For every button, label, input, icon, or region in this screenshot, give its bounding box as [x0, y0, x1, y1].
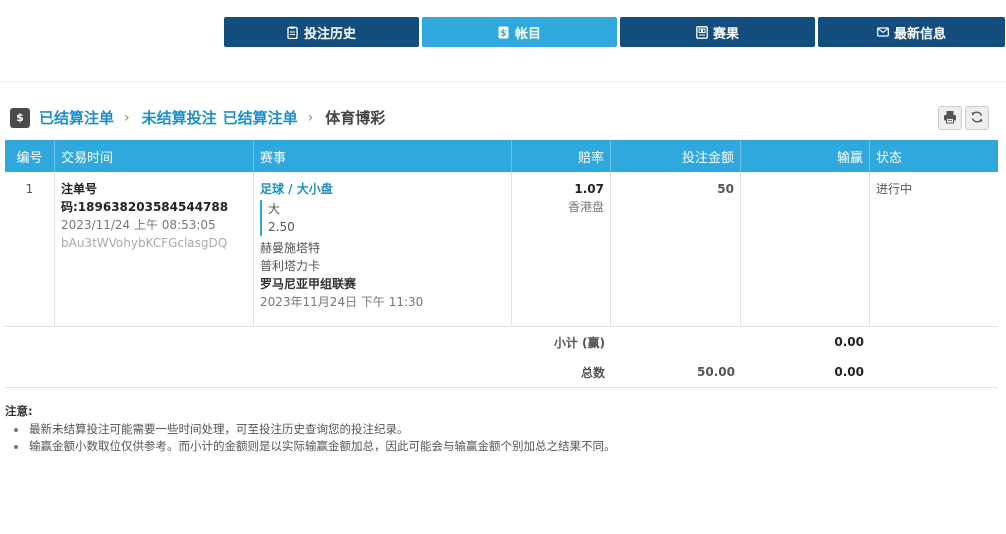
svg-text:$: $ [501, 29, 507, 39]
odds-cell: 1.07 香港盘 [512, 172, 611, 326]
tab-results[interactable]: 赛果 [620, 17, 815, 47]
breadcrumb-settled[interactable]: 已结算注单 [39, 107, 114, 128]
total-label: 总数 [580, 365, 605, 380]
toolbar [938, 106, 989, 130]
tab-news[interactable]: 最新信息 [818, 17, 1005, 47]
breadcrumb-unsettled[interactable]: 未结算投注 [142, 107, 217, 128]
event-cell: 足球 / 大小盘 大 2.50 赫曼施塔特 普利塔力卡 罗马尼亚甲组联赛 202… [254, 172, 512, 326]
total-row: 总数 50.00 0.00 [5, 357, 998, 387]
stake-cell: 50 [611, 172, 741, 326]
tab-label: 赛果 [712, 26, 739, 42]
reference-code: bAu3tWVohybKCFGclasgDQ [61, 236, 228, 250]
selection-pick: 大 [268, 202, 281, 216]
dollar-statement-icon: $ [10, 107, 30, 128]
chevron-right-icon: › [124, 109, 130, 126]
col-header-odds: 赔率 [512, 140, 611, 172]
col-header-no: 编号 [5, 140, 55, 172]
bet-table: 编号 交易时间 赛事 赔率 投注金额 输赢 状态 1 注单号码:18963820… [5, 140, 998, 388]
main-tabs: 投注历史 $ 帐目 赛果 最新信息 [224, 17, 1005, 47]
col-header-stake: 投注金额 [611, 140, 741, 172]
notes: 注意: 最新未结算投注可能需要一些时间处理，可至投注历史查询您的投注纪录。 输赢… [5, 403, 616, 455]
scoreboard-icon [696, 25, 708, 39]
league-name: 罗马尼亚甲组联赛 [260, 277, 357, 291]
tab-label: 最新信息 [893, 26, 946, 42]
note-item: 最新未结算投注可能需要一些时间处理，可至投注历史查询您的投注纪录。 [5, 421, 616, 438]
winloss-cell [741, 172, 870, 326]
envelope-icon [877, 26, 889, 39]
selection: 大 2.50 [260, 200, 505, 236]
selection-line: 2.50 [268, 220, 295, 234]
away-team: 普利塔力卡 [260, 259, 321, 273]
note-item: 输赢金额小数取位仅供参考。而小计的金额则是以实际输赢金额加总，因此可能会与输赢金… [5, 438, 616, 455]
odds-type: 香港盘 [567, 200, 604, 214]
odds-value: 1.07 [574, 182, 604, 196]
col-header-status: 状态 [876, 150, 903, 166]
subtotal-row: 小计 (赢) 0.00 [5, 327, 998, 357]
bet-id: 注单号码:189638203584544788 [61, 182, 229, 214]
col-header-winloss: 输赢 [741, 140, 870, 172]
table-header: 编号 交易时间 赛事 赔率 投注金额 输赢 状态 [5, 140, 998, 172]
total-stake: 50.00 [697, 365, 735, 379]
subtotal-label: 小计 (赢) [553, 335, 605, 350]
refresh-button[interactable] [965, 106, 989, 130]
home-team: 赫曼施塔特 [260, 241, 321, 255]
status-cell: 进行中 [876, 182, 913, 196]
tab-bet-history[interactable]: 投注历史 [224, 17, 419, 47]
col-header-event: 赛事 [254, 140, 512, 172]
col-header-time: 交易时间 [55, 140, 254, 172]
match-time: 2023年11月24日 下午 11:30 [260, 295, 424, 309]
market-type: 足球 / 大小盘 [260, 182, 333, 196]
breadcrumb: $ 已结算注单 › 未结算投注 已结算注单 › 体育博彩 [10, 107, 385, 128]
transaction-time: 2023/11/24 上午 08:53:05 [61, 218, 216, 232]
notes-title: 注意: [5, 404, 33, 418]
clipboard-icon [287, 26, 299, 39]
subtotal-winloss: 0.00 [834, 335, 864, 349]
tab-statement[interactable]: $ 帐目 [422, 17, 617, 47]
transaction-cell: 注单号码:189638203584544788 2023/11/24 上午 08… [55, 172, 254, 326]
tab-label: 帐目 [514, 26, 541, 42]
notes-list: 最新未结算投注可能需要一些时间处理，可至投注历史查询您的投注纪录。 输赢金额小数… [5, 421, 616, 455]
summary: 小计 (赢) 0.00 总数 50.00 0.00 [5, 327, 998, 388]
chevron-right-icon: › [307, 109, 314, 126]
breadcrumb-current: 体育博彩 [325, 109, 386, 127]
dollar-document-icon: $ [498, 26, 510, 39]
printer-icon [943, 110, 957, 127]
print-button[interactable] [938, 106, 962, 130]
breadcrumb-settled-2[interactable]: 已结算注单 [223, 107, 298, 128]
table-row: 1 注单号码:189638203584544788 2023/11/24 上午 … [5, 172, 998, 327]
refresh-icon [970, 110, 984, 127]
tab-label: 投注历史 [303, 26, 356, 42]
header-divider [0, 81, 1006, 82]
total-winloss: 0.00 [834, 365, 864, 379]
row-number: 1 [5, 172, 55, 326]
